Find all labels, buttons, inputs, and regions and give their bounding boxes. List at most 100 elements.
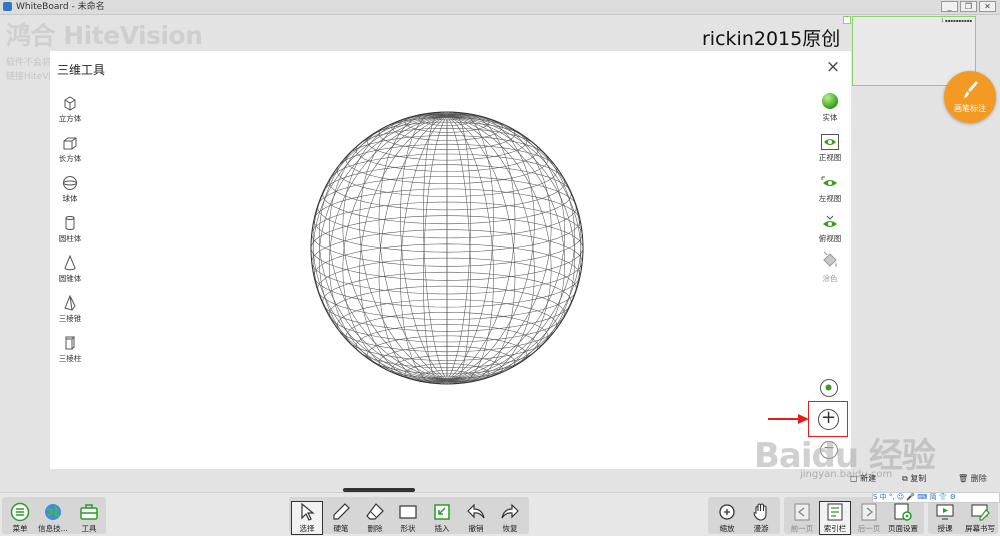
restore-button[interactable]: ❐ bbox=[960, 1, 977, 12]
view-top[interactable]: 俯视图 bbox=[813, 215, 847, 244]
new-page-button[interactable]: ▢ 新建 bbox=[850, 471, 876, 487]
brush-icon bbox=[964, 81, 978, 98]
window-controls: _ ❐ ✕ bbox=[941, 1, 996, 12]
prev-page-icon bbox=[794, 503, 810, 521]
menu-icon bbox=[10, 502, 30, 522]
new-page-label: 新建 bbox=[860, 474, 877, 483]
page-settings-icon bbox=[894, 503, 912, 521]
pen-annotation-button[interactable]: 画笔标注 bbox=[944, 71, 996, 123]
bottom-toolbar: 菜单 信息技... 工具 选择 硬笔 删除 形状 插入 撤销 恢复 缩放 漫游 … bbox=[0, 492, 1000, 536]
next-page-label: 后一页 bbox=[857, 524, 881, 533]
close-window-button[interactable]: ✕ bbox=[979, 1, 996, 12]
top-view-eye-icon bbox=[823, 215, 837, 227]
reset-view-button[interactable] bbox=[820, 379, 838, 397]
info-tech-label: 信息技... bbox=[38, 524, 68, 533]
view-label: 左视图 bbox=[818, 194, 842, 203]
eraser-tool-label: 删除 bbox=[367, 524, 383, 533]
redo-label: 恢复 bbox=[502, 524, 518, 533]
teach-button[interactable]: 授课 bbox=[930, 502, 960, 534]
menu-button[interactable]: 菜单 bbox=[5, 502, 35, 534]
redo-icon bbox=[501, 503, 519, 519]
toolbar-group-view: 缩放 漫游 bbox=[708, 497, 780, 534]
redo-button[interactable]: 恢复 bbox=[495, 502, 525, 534]
copy-page-label: 复制 bbox=[910, 474, 927, 483]
3d-tool-dialog: 三维工具 × 立方体 长方体 球体 圆柱体 圆锥体 三棱锥 三棱柱 实体 正视图… bbox=[50, 51, 851, 469]
menu-label: 菜单 bbox=[12, 524, 28, 533]
toolbar-group-center: 选择 硬笔 删除 形状 插入 撤销 恢复 bbox=[289, 497, 529, 535]
shape-tool-button[interactable]: 形状 bbox=[393, 502, 423, 534]
author-watermark: rickin2015原创 bbox=[702, 28, 841, 50]
index-bar-button[interactable]: 索引栏 bbox=[819, 501, 851, 535]
target-icon bbox=[825, 384, 832, 391]
zoom-icon bbox=[719, 504, 735, 520]
background-text-line: 链接HiteVi bbox=[6, 72, 51, 82]
undo-button[interactable]: 撤销 bbox=[461, 502, 491, 534]
next-page-button[interactable]: 后一页 bbox=[854, 502, 884, 534]
thumbnail-label: 1 ▪▪▪▪▪▪▪▪▪▪ bbox=[941, 18, 972, 23]
screen-write-button[interactable]: 屏幕书写 bbox=[964, 502, 996, 534]
view-solid[interactable]: 实体 bbox=[813, 92, 847, 123]
index-bar-label: 索引栏 bbox=[823, 524, 847, 533]
toolbox-icon bbox=[80, 504, 98, 520]
view-paint[interactable]: 涂色 bbox=[813, 251, 847, 284]
view-label: 涂色 bbox=[822, 274, 838, 283]
delete-page-label: 删除 bbox=[970, 474, 987, 483]
select-tool-button[interactable]: 选择 bbox=[291, 501, 323, 535]
left-view-eye-icon bbox=[821, 176, 837, 186]
view-label: 俯视图 bbox=[818, 234, 842, 243]
insert-label: 插入 bbox=[434, 524, 450, 533]
undo-icon bbox=[467, 503, 485, 519]
prev-page-button[interactable]: 前一页 bbox=[787, 502, 817, 534]
undo-label: 撤销 bbox=[468, 524, 484, 533]
delete-page-button[interactable]: 🗑 删除 bbox=[958, 471, 987, 487]
prev-page-label: 前一页 bbox=[790, 524, 814, 533]
index-icon bbox=[827, 503, 843, 521]
screen-write-label: 屏幕书写 bbox=[965, 524, 995, 533]
pan-tool-label: 漫游 bbox=[753, 524, 769, 533]
zoom-tool-button[interactable]: 缩放 bbox=[712, 502, 742, 534]
eraser-tool-button[interactable]: 删除 bbox=[360, 502, 390, 534]
trash-icon: 🗑 bbox=[958, 474, 971, 483]
view-label: 实体 bbox=[822, 113, 838, 122]
solid-ball-icon bbox=[822, 93, 838, 109]
select-tool-label: 选择 bbox=[299, 524, 315, 533]
wireframe-sphere[interactable] bbox=[50, 51, 851, 469]
zoom-tool-label: 缩放 bbox=[719, 524, 735, 533]
eraser-icon bbox=[366, 503, 384, 520]
insert-button[interactable]: 插入 bbox=[427, 502, 457, 534]
tools-button[interactable]: 工具 bbox=[74, 502, 104, 534]
window-title: WhiteBoard - 未命名 bbox=[16, 2, 105, 12]
thumbnail-collapse-icon[interactable]: ˅ bbox=[843, 16, 851, 24]
pan-tool-button[interactable]: 漫游 bbox=[746, 502, 776, 534]
pen-tool-button[interactable]: 硬笔 bbox=[326, 502, 356, 534]
insert-icon bbox=[434, 504, 450, 520]
zoom-in-button[interactable]: + bbox=[818, 409, 839, 430]
page-settings-button[interactable]: 页面设置 bbox=[888, 502, 918, 534]
toolbar-group-left: 菜单 信息技... 工具 bbox=[2, 497, 106, 534]
page-settings-label: 页面设置 bbox=[888, 524, 918, 533]
cursor-icon bbox=[301, 502, 315, 521]
shape-tool-label: 形状 bbox=[400, 524, 416, 533]
globe-icon bbox=[45, 504, 61, 520]
pen-icon bbox=[333, 503, 350, 520]
background-text-line: 软件不会将 bbox=[6, 58, 52, 68]
ime-status-bar[interactable]: S 中 °, ☺ 🎤 ⌨ 简 👕 ⚙ bbox=[872, 492, 1000, 503]
info-tech-button[interactable]: 信息技... bbox=[38, 502, 68, 534]
screen-write-icon bbox=[971, 504, 990, 521]
rectangle-icon bbox=[399, 505, 417, 519]
front-view-eye-icon bbox=[821, 134, 839, 150]
whiteboard-app-icon bbox=[3, 2, 12, 11]
view-left[interactable]: 左视图 bbox=[813, 175, 847, 204]
tools-label: 工具 bbox=[81, 524, 97, 533]
red-arrow-icon bbox=[768, 414, 809, 424]
teach-icon bbox=[936, 504, 954, 520]
teach-label: 授课 bbox=[937, 524, 953, 533]
next-page-icon bbox=[861, 503, 877, 521]
view-front[interactable]: 正视图 bbox=[813, 134, 847, 163]
baidu-watermark-url: jingyan.baidu.com bbox=[800, 469, 893, 480]
pen-tool-label: 硬笔 bbox=[333, 524, 349, 533]
copy-page-button[interactable]: ⧉ 复制 bbox=[902, 471, 926, 487]
minimize-button[interactable]: _ bbox=[941, 1, 958, 12]
paint-bucket-icon bbox=[823, 251, 837, 267]
hitevision-logo: 鸿合 HiteVision bbox=[6, 21, 203, 50]
